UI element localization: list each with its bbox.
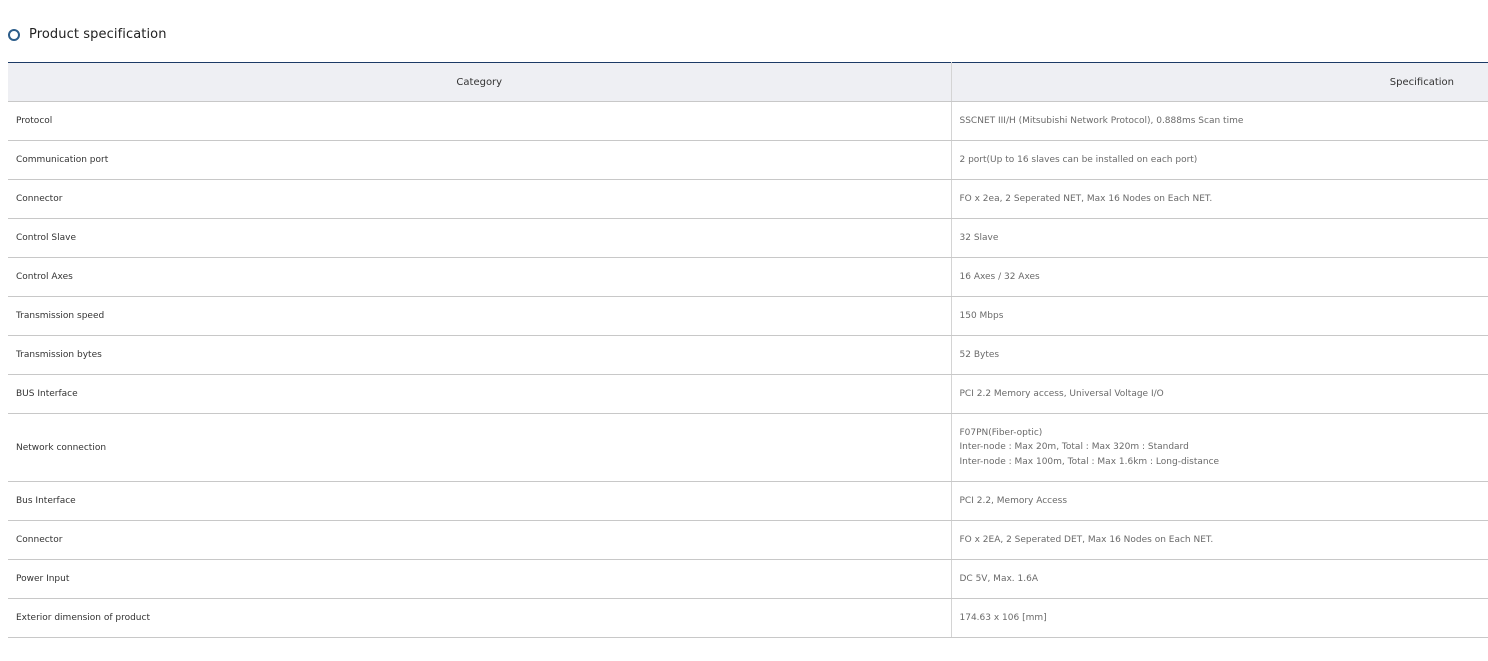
specification-line: 174.63 x 106 [mm] [959, 612, 1047, 623]
category-cell: Connector [8, 520, 952, 560]
specification-cell: 16 Axes / 32 Axes [951, 257, 1488, 297]
table-row: Communication port 2 port(Up to 16 slaves… [8, 140, 1488, 180]
specification-line: Inter-node : Max 20m, Total : Max 320m :… [959, 442, 1189, 453]
specification-cell: PCI 2.2 Memory access, Universal Voltage… [951, 374, 1488, 414]
category-cell: Control Axes [8, 257, 952, 297]
table-row: Transmission speed 150 Mbps [8, 296, 1488, 336]
specification-line: 150 Mbps [959, 310, 1004, 321]
category-cell: Connector [8, 179, 952, 219]
category-cell: Bus Interface [8, 481, 952, 521]
table-body: Protocol SSCNET III/H (Mitsubishi Network… [8, 101, 1488, 638]
header-specification: Specification [951, 62, 1488, 102]
category-cell: Protocol [8, 101, 952, 141]
specification-cell: 32 Slave [951, 218, 1488, 258]
specification-cell: DC 5V, Max. 1.6A [951, 559, 1488, 599]
table-row: Control Slave 32 Slave [8, 218, 1488, 258]
table-row: BUS Interface PCI 2.2 Memory access, Univ… [8, 374, 1488, 414]
table-row: Bus Interface PCI 2.2, Memory Access [8, 481, 1488, 521]
hexagon-bullet-icon [8, 28, 20, 41]
specification-line: 32 Slave [959, 232, 999, 243]
category-cell: Control Slave [8, 218, 952, 258]
category-cell: Transmission bytes [8, 335, 952, 375]
section-title: Product specification [29, 26, 167, 42]
specification-line: F07PN(Fiber-optic) [959, 427, 1043, 438]
specification-cell: 150 Mbps [951, 296, 1488, 336]
specification-cell: FO x 2ea, 2 Seperated NET, Max 16 Nodes … [951, 179, 1488, 219]
table-row: Protocol SSCNET III/H (Mitsubishi Network… [8, 101, 1488, 141]
specification-line: 52 Bytes [959, 349, 1000, 360]
table-header-row: Category Specification [8, 62, 1488, 102]
specification-line: SSCNET III/H (Mitsubishi Network Protoco… [959, 115, 1244, 126]
specification-line: 16 Axes / 32 Axes [959, 271, 1040, 282]
spec-table: Category Specification Protocol SSCNET II… [8, 62, 1488, 638]
table-row: Exterior dimension of product 174.63 x 10… [8, 598, 1488, 638]
specification-line: DC 5V, Max. 1.6A [959, 573, 1038, 584]
category-cell: Network connection [8, 413, 952, 482]
specification-line: 2 port(Up to 16 slaves can be installed … [959, 154, 1198, 165]
specification-cell: PCI 2.2, Memory Access [951, 481, 1488, 521]
table-row: Connector FO x 2ea, 2 Seperated NET, Max … [8, 179, 1488, 219]
table-row: Transmission bytes 52 Bytes [8, 335, 1488, 375]
category-cell: Exterior dimension of product [8, 598, 952, 638]
specification-line: Inter-node : Max 100m, Total : Max 1.6km… [959, 456, 1220, 467]
category-cell: Communication port [8, 140, 952, 180]
specification-cell: 2 port(Up to 16 slaves can be installed … [951, 140, 1488, 180]
specification-line: FO x 2ea, 2 Seperated NET, Max 16 Nodes … [959, 193, 1213, 204]
specification-cell: FO x 2EA, 2 Seperated DET, Max 16 Nodes … [951, 520, 1488, 560]
header-category: Category [8, 62, 952, 102]
specification-cell: F07PN(Fiber-optic) Inter-node : Max 20m, … [951, 413, 1488, 482]
specification-line: PCI 2.2 Memory access, Universal Voltage… [959, 388, 1164, 399]
specification-cell: SSCNET III/H (Mitsubishi Network Protoco… [951, 101, 1488, 141]
specification-cell: 52 Bytes [951, 335, 1488, 375]
table-row: Network connection F07PN(Fiber-optic) Inte… [8, 413, 1488, 482]
specification-cell: 174.63 x 106 [mm] [951, 598, 1488, 638]
table-row: Connector FO x 2EA, 2 Seperated DET, Max … [8, 520, 1488, 560]
category-cell: BUS Interface [8, 374, 952, 414]
specification-line: FO x 2EA, 2 Seperated DET, Max 16 Nodes … [959, 534, 1214, 545]
table-row: Power Input DC 5V, Max. 1.6A [8, 559, 1488, 599]
table-row: Control Axes 16 Axes / 32 Axes [8, 257, 1488, 297]
category-cell: Power Input [8, 559, 952, 599]
specification-line: PCI 2.2, Memory Access [959, 495, 1068, 506]
section-header: Product specification [8, 24, 167, 44]
category-cell: Transmission speed [8, 296, 952, 336]
